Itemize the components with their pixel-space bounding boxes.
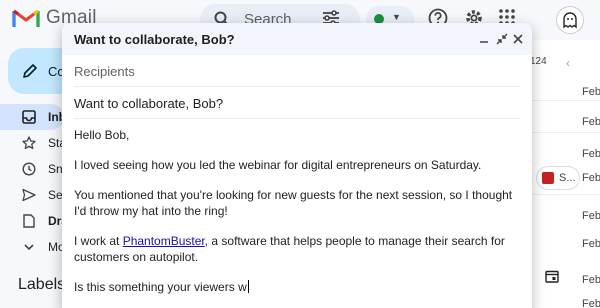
account-avatar[interactable]: [556, 6, 584, 34]
sidebar-item-more[interactable]: More: [0, 234, 75, 260]
message-date: Feb: [582, 116, 600, 128]
compose-header[interactable]: Want to collaborate, Bob?: [62, 23, 532, 55]
close-icon[interactable]: [510, 31, 526, 47]
clock-icon: [22, 162, 36, 176]
message-date: Feb: [582, 238, 600, 250]
sidebar-item-inbox[interactable]: Inbox: [0, 104, 80, 130]
body-paragraph: You mentioned that you're looking for ne…: [74, 188, 513, 218]
phantombuster-link[interactable]: PhantomBuster: [123, 234, 205, 248]
body-paragraph: Is this something your viewers w: [74, 279, 516, 295]
message-date: Feb: [582, 274, 600, 286]
recipients-placeholder: Recipients: [74, 64, 135, 79]
subject-field[interactable]: Want to collaborate, Bob?: [74, 87, 520, 119]
calendar-icon[interactable]: [545, 269, 559, 283]
body-greeting: Hello Bob,: [74, 128, 130, 142]
body-text: Is this something your viewers w: [74, 280, 247, 294]
sidebar-item-starred[interactable]: Starred: [0, 130, 87, 156]
subject-value: Want to collaborate, Bob?: [74, 96, 224, 111]
caret-down-icon: ▼: [392, 12, 401, 22]
ghost-icon: [563, 12, 577, 29]
message-count: 124: [530, 56, 547, 67]
sidebar-item-sent[interactable]: Sent: [0, 182, 73, 208]
attachment-chip-label: S...: [559, 172, 576, 184]
body-text: I work at: [74, 234, 123, 248]
row-divider: [528, 100, 600, 101]
inbox-icon: [22, 110, 36, 124]
star-icon: [22, 136, 36, 150]
message-date: Feb: [582, 210, 600, 222]
send-icon: [22, 188, 36, 202]
body-paragraph: I loved seeing how you led the webinar f…: [74, 158, 482, 172]
attachment-chip[interactable]: S...: [536, 166, 580, 190]
message-date: Feb: [582, 148, 600, 160]
pencil-icon: [23, 64, 37, 78]
labels-heading: Labels: [18, 276, 66, 293]
sidebar-item-snoozed[interactable]: Snoozed: [0, 156, 95, 182]
compose-window[interactable]: Want to collaborate, Bob? Recipients Wan…: [62, 23, 532, 308]
gmail-logo-icon: [12, 9, 40, 27]
draft-icon: [23, 214, 35, 228]
row-divider: [528, 132, 600, 133]
compose-title: Want to collaborate, Bob?: [74, 32, 235, 47]
text-cursor: [247, 280, 249, 293]
message-date: Feb: [582, 172, 600, 184]
minimize-icon[interactable]: [476, 31, 492, 47]
body-paragraph: I work at PhantomBuster, a software that…: [74, 233, 516, 265]
sidebar-item-drafts[interactable]: Drafts: [0, 208, 83, 234]
message-date: Feb: [582, 86, 600, 98]
chevron-down-icon: [24, 244, 34, 251]
recipients-field[interactable]: Recipients: [74, 55, 520, 87]
exit-fullscreen-icon[interactable]: [494, 31, 510, 47]
chevron-left-icon[interactable]: ‹: [566, 56, 570, 70]
image-file-icon: [542, 172, 554, 184]
message-date: Feb: [582, 298, 600, 308]
row-divider: [528, 194, 600, 195]
message-body[interactable]: Hello Bob, I loved seeing how you led th…: [74, 127, 516, 308]
